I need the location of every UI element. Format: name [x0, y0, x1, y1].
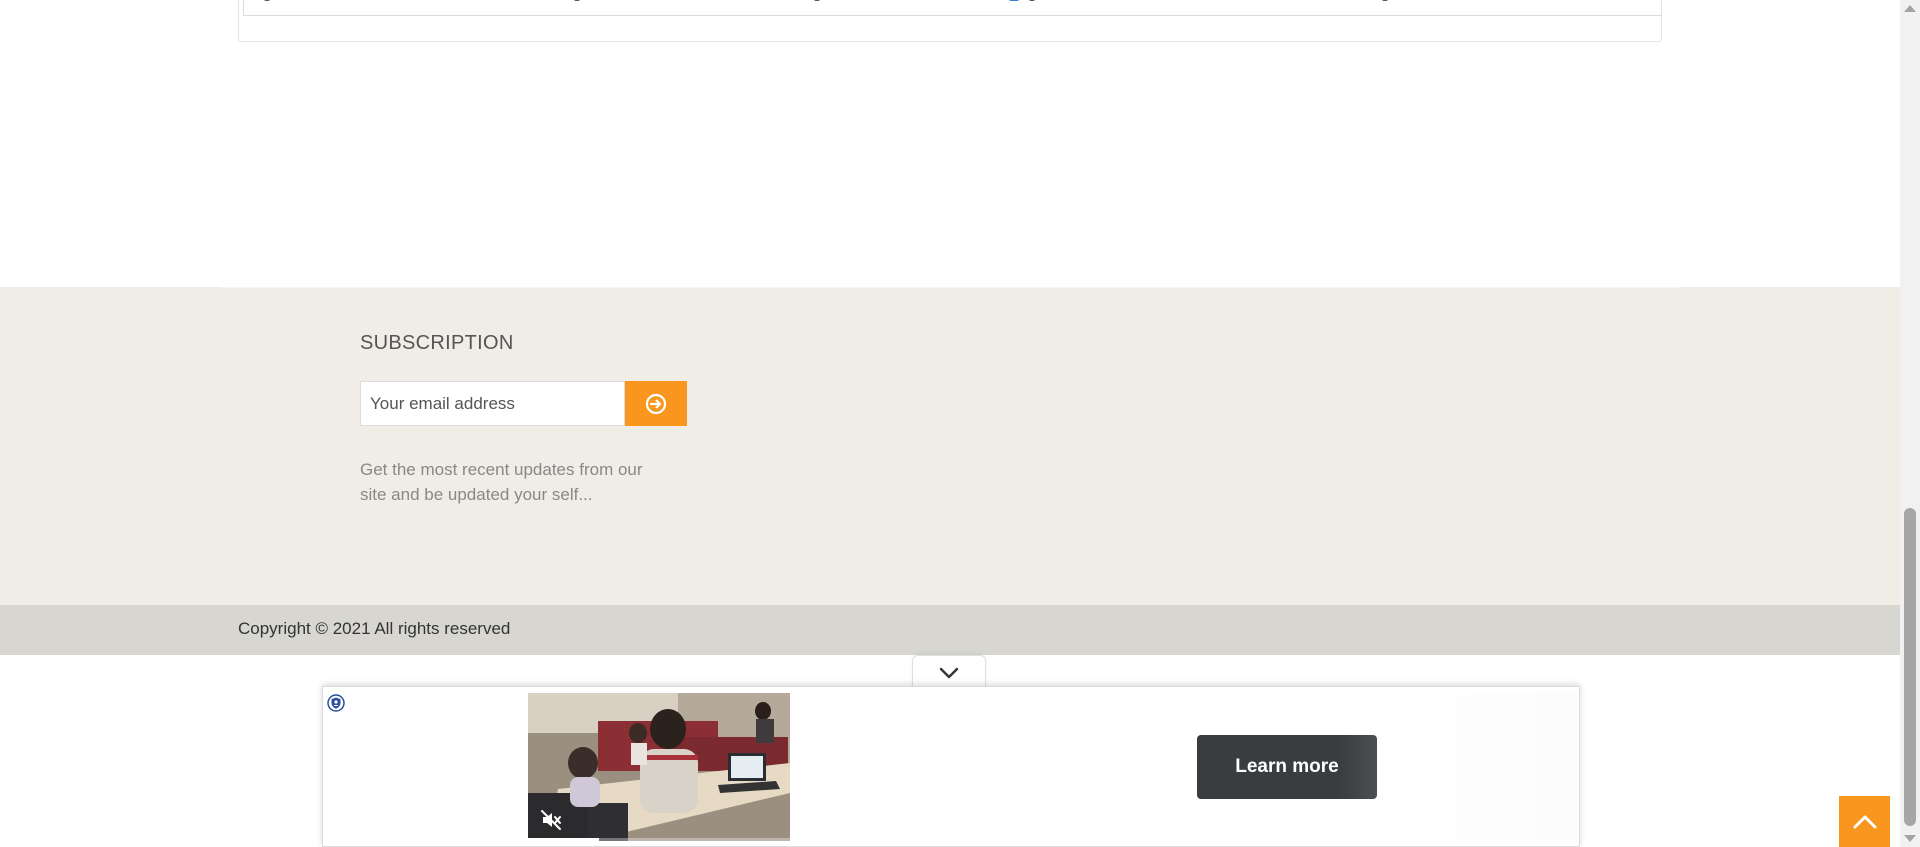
scroll-up-arrow[interactable]: [1904, 5, 1916, 12]
speaker-muted-icon[interactable]: [540, 809, 562, 831]
copyright-text: Copyright © 2021 All rights reserved: [238, 619, 511, 638]
ad-banner[interactable]: Learn more: [322, 686, 1580, 847]
ad-video-progress-fill: [528, 838, 599, 841]
office-scene-image: [528, 693, 790, 841]
page-scrollbar[interactable]: [1900, 0, 1920, 847]
text-fragment: [574, 0, 580, 1]
ad-background-fade: [1339, 693, 1579, 841]
subscribe-button[interactable]: [625, 381, 687, 426]
footer-edge: [220, 287, 1680, 288]
subscription-form: [360, 381, 687, 426]
scroll-down-arrow[interactable]: [1904, 835, 1916, 842]
text-fragment: [1382, 0, 1388, 1]
subscription-description: Get the most recent updates from our sit…: [360, 460, 643, 504]
arrow-circle-right-icon: [645, 393, 667, 414]
subscription-title: SUBSCRIPTION: [360, 332, 514, 354]
ad-video[interactable]: [528, 693, 790, 841]
shield-icon[interactable]: [327, 694, 345, 712]
scrollbar-thumb[interactable]: [1904, 508, 1916, 826]
text-fragment: [814, 0, 820, 1]
ad-video-progress[interactable]: [528, 838, 790, 841]
link-fragment[interactable]: [1009, 0, 1019, 1]
back-to-top-button[interactable]: [1839, 796, 1890, 847]
content-card: [238, 0, 1662, 42]
chevron-up-icon: [1853, 815, 1876, 828]
chevron-down-icon: [939, 667, 959, 678]
text-fragment: [1029, 0, 1035, 1]
subscription-footer: [0, 287, 1900, 605]
content-table-row: [243, 0, 1661, 16]
email-field[interactable]: [360, 381, 625, 426]
text-fragment: [264, 0, 270, 1]
ad-collapse-button[interactable]: [912, 655, 986, 689]
